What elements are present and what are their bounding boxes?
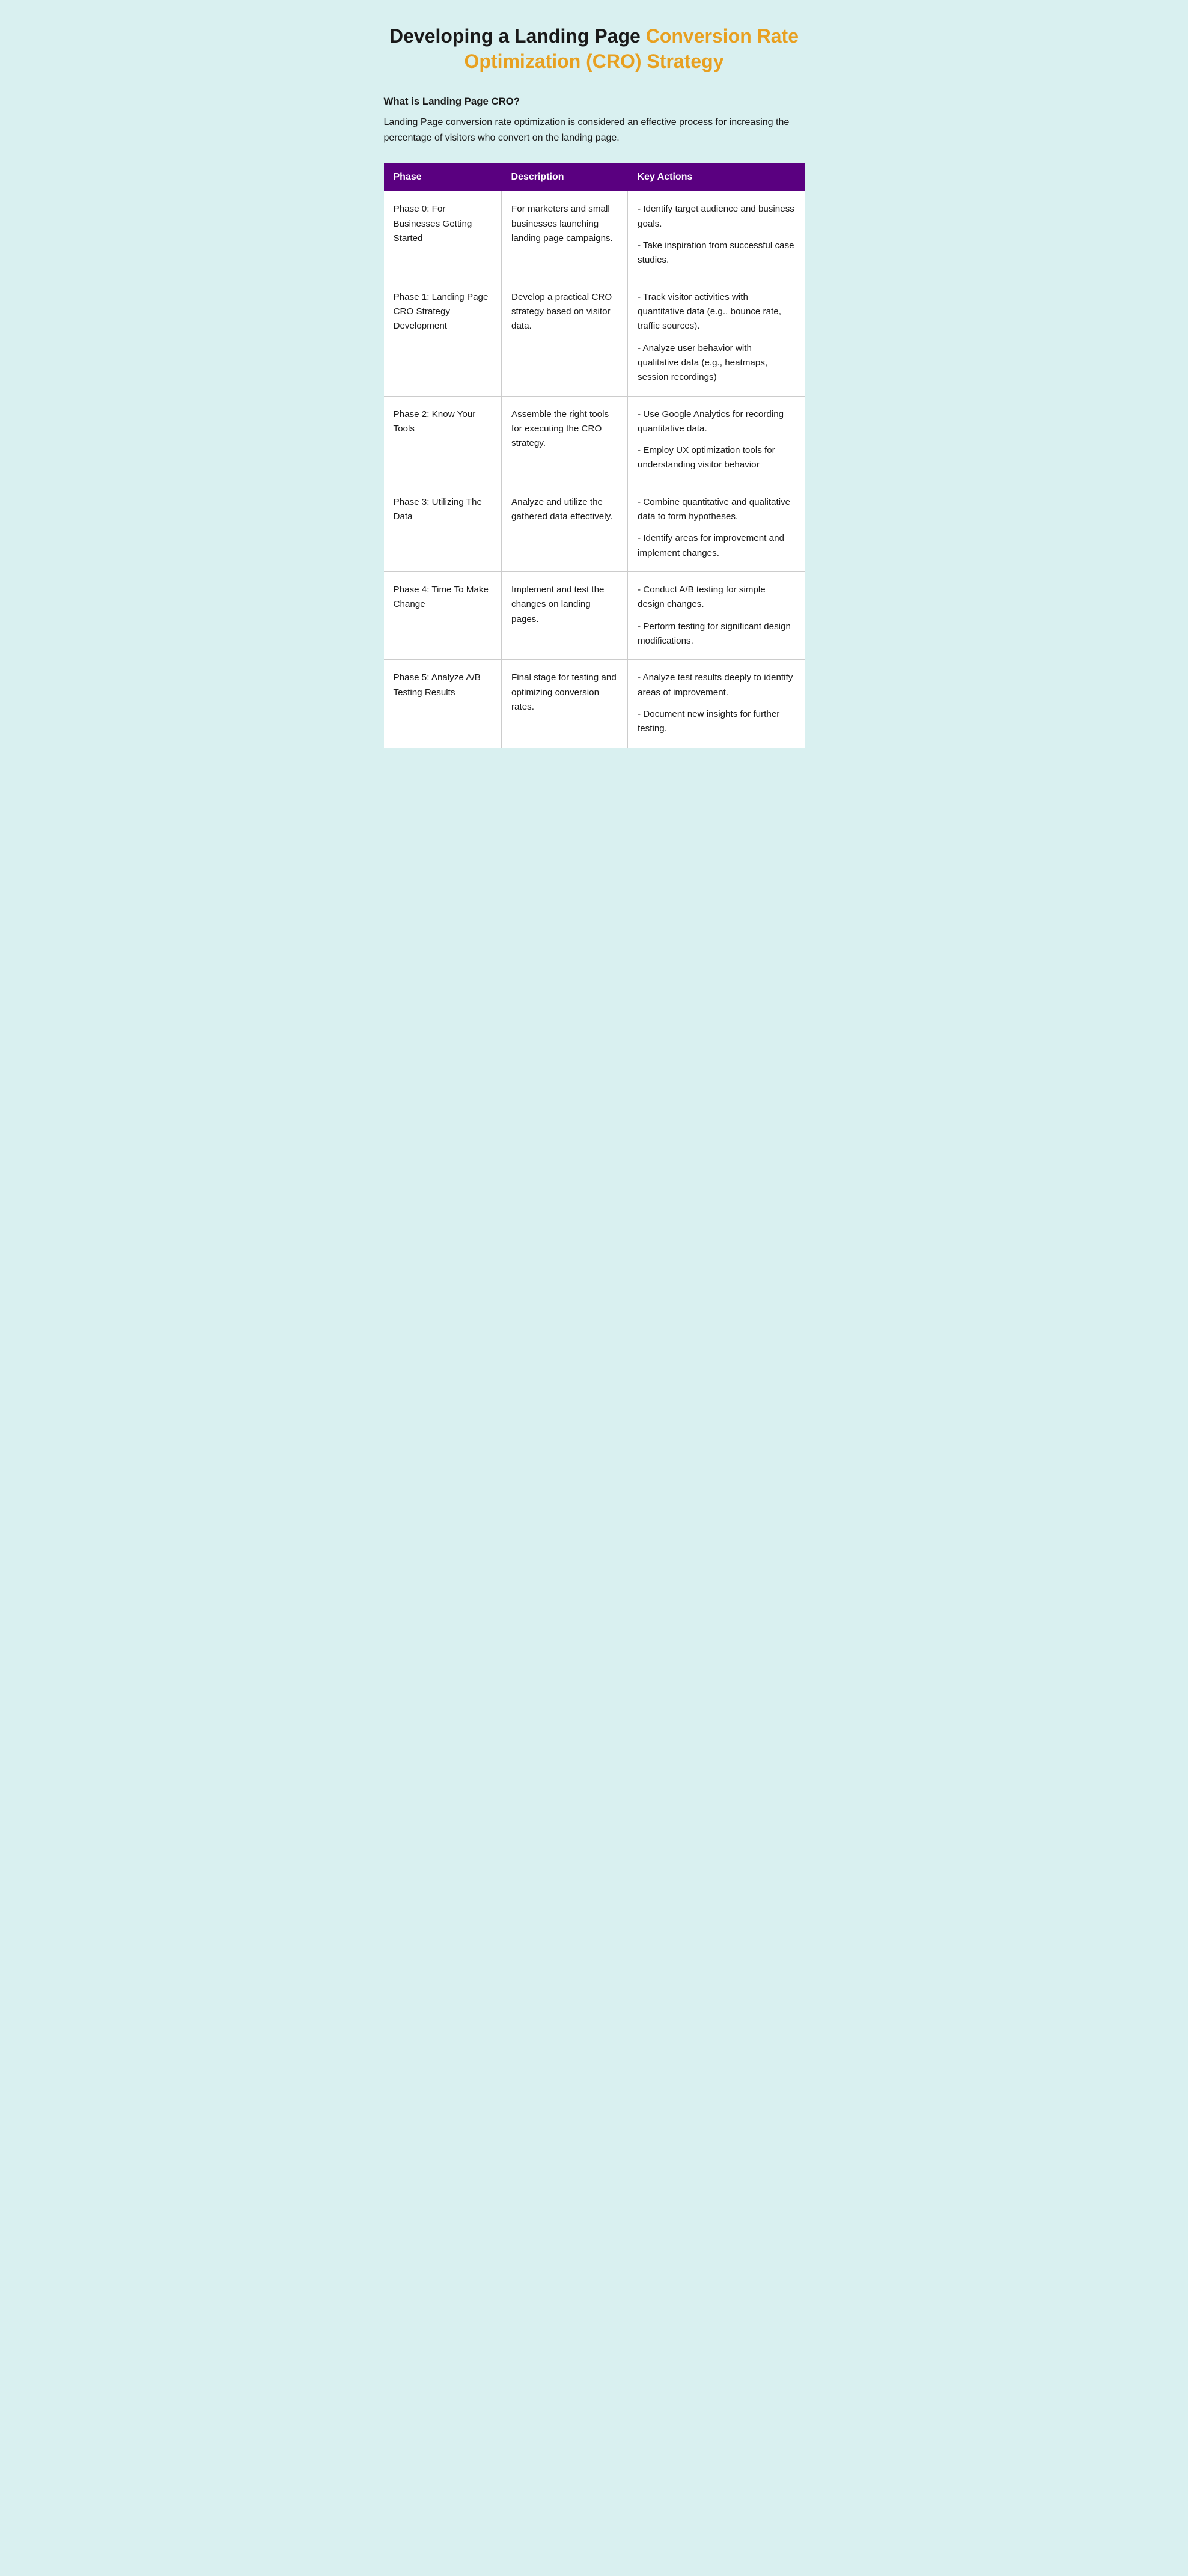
- description-cell: Develop a practical CRO strategy based o…: [502, 279, 628, 396]
- col-header-description: Description: [502, 163, 628, 191]
- phase-cell: Phase 0: For Businesses Getting Started: [384, 191, 502, 279]
- col-header-phase: Phase: [384, 163, 502, 191]
- page-container: Developing a Landing Page Conversion Rat…: [384, 24, 805, 748]
- cro-table: Phase Description Key Actions Phase 0: F…: [384, 163, 805, 747]
- key-actions-cell: - Analyze test results deeply to identif…: [628, 660, 805, 748]
- what-is-body: Landing Page conversion rate optimizatio…: [384, 115, 805, 145]
- key-actions-cell: - Conduct A/B testing for simple design …: [628, 572, 805, 660]
- phase-cell: Phase 5: Analyze A/B Testing Results: [384, 660, 502, 748]
- phase-cell: Phase 4: Time To Make Change: [384, 572, 502, 660]
- phase-cell: Phase 2: Know Your Tools: [384, 396, 502, 484]
- description-cell: Implement and test the changes on landin…: [502, 572, 628, 660]
- page-title: Developing a Landing Page Conversion Rat…: [384, 24, 805, 74]
- description-cell: Final stage for testing and optimizing c…: [502, 660, 628, 748]
- table-header-row: Phase Description Key Actions: [384, 163, 805, 191]
- table-row: Phase 4: Time To Make ChangeImplement an…: [384, 572, 805, 660]
- key-actions-cell: - Use Google Analytics for recording qua…: [628, 396, 805, 484]
- table-row: Phase 3: Utilizing The DataAnalyze and u…: [384, 484, 805, 571]
- title-part1: Developing a Landing Page: [389, 25, 646, 47]
- description-cell: Assemble the right tools for executing t…: [502, 396, 628, 484]
- table-row: Phase 0: For Businesses Getting StartedF…: [384, 191, 805, 279]
- col-header-key-actions: Key Actions: [628, 163, 805, 191]
- phase-cell: Phase 3: Utilizing The Data: [384, 484, 502, 571]
- description-cell: Analyze and utilize the gathered data ef…: [502, 484, 628, 571]
- key-actions-cell: - Track visitor activities with quantita…: [628, 279, 805, 396]
- description-cell: For marketers and small businesses launc…: [502, 191, 628, 279]
- key-actions-cell: - Combine quantitative and qualitative d…: [628, 484, 805, 571]
- key-actions-cell: - Identify target audience and business …: [628, 191, 805, 279]
- table-row: Phase 2: Know Your ToolsAssemble the rig…: [384, 396, 805, 484]
- phase-cell: Phase 1: Landing Page CRO Strategy Devel…: [384, 279, 502, 396]
- table-row: Phase 1: Landing Page CRO Strategy Devel…: [384, 279, 805, 396]
- what-is-heading: What is Landing Page CRO?: [384, 96, 805, 108]
- table-row: Phase 5: Analyze A/B Testing ResultsFina…: [384, 660, 805, 748]
